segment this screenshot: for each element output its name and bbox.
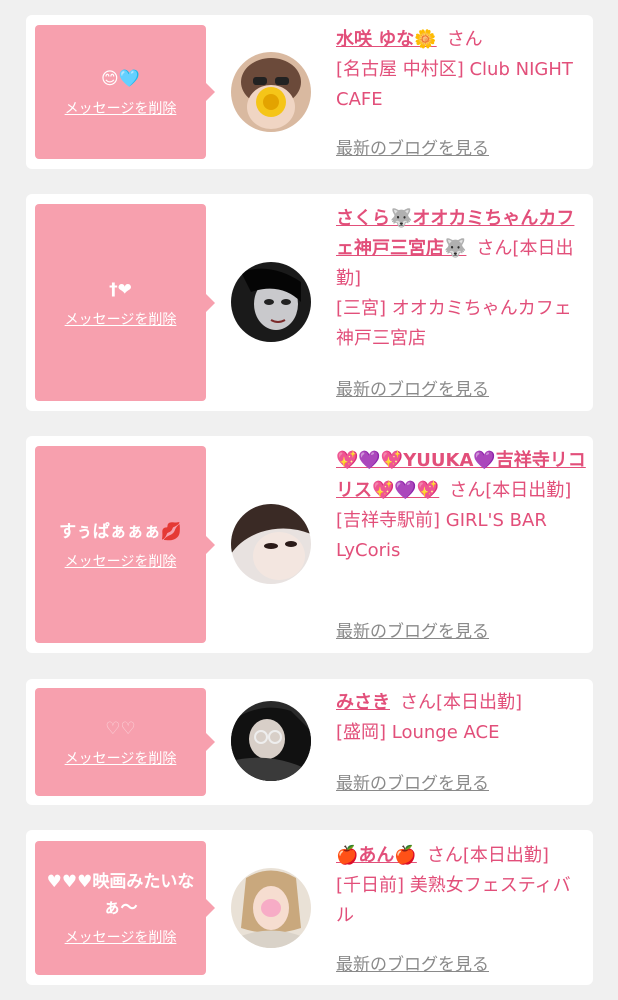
message-bubble: ♥♥♥映画みたいなぁ〜 メッセージを削除 bbox=[35, 841, 215, 975]
message-card: すぅぱぁぁぁ💋 メッセージを削除 💖💜💖YUUKA💜吉祥寺リコリス💖💜💖 さん[本… bbox=[26, 436, 593, 653]
shop-location: [盛岡] Lounge ACE bbox=[336, 722, 500, 743]
message-card: ♥♥♥映画みたいなぁ〜 メッセージを削除 🍎あん🍎 さん[本日出勤] [千日前] … bbox=[26, 830, 593, 985]
message-text: ♡♡ bbox=[105, 719, 136, 739]
message-card: ♡♡ メッセージを削除 みさき さん[本日出勤] [盛岡] Lounge ACE … bbox=[26, 679, 593, 805]
message-bubble: ♡♡ メッセージを削除 bbox=[35, 688, 215, 796]
message-bubble: すぅぱぁぁぁ💋 メッセージを削除 bbox=[35, 446, 215, 643]
message-text: 😊🩵 bbox=[101, 69, 140, 89]
shop-location: [吉祥寺駅前] GIRL'S BAR LyCoris bbox=[336, 510, 547, 561]
status-badge: [本日出勤] bbox=[485, 480, 572, 501]
avatar[interactable] bbox=[231, 868, 311, 948]
message-text: ♥♥♥映画みたいなぁ〜 bbox=[46, 872, 195, 918]
avatar[interactable] bbox=[231, 262, 311, 342]
cast-name-link[interactable]: みさき bbox=[336, 692, 390, 713]
latest-blog-link[interactable]: 最新のブログを見る bbox=[336, 950, 489, 975]
shop-location: [千日前] 美熟女フェスティバル bbox=[336, 875, 571, 926]
delete-message-link[interactable]: メッセージを削除 bbox=[65, 100, 177, 118]
cast-info: 🍎あん🍎 さん[本日出勤] [千日前] 美熟女フェスティバル bbox=[336, 841, 586, 931]
honorific: さん bbox=[400, 692, 436, 713]
status-badge: [本日出勤] bbox=[462, 845, 549, 866]
message-card: †❤ メッセージを削除 さくら🐺オオカミちゃんカフェ神戸三宮店🐺 さん[本日出勤]… bbox=[26, 194, 593, 411]
latest-blog-link[interactable]: 最新のブログを見る bbox=[336, 375, 489, 400]
avatar[interactable] bbox=[231, 701, 311, 781]
cast-info: みさき さん[本日出勤] [盛岡] Lounge ACE bbox=[336, 688, 586, 748]
delete-message-link[interactable]: メッセージを削除 bbox=[65, 553, 177, 571]
honorific: さん bbox=[449, 480, 486, 501]
message-text: すぅぱぁぁぁ💋 bbox=[59, 521, 182, 542]
status-badge: [本日出勤] bbox=[436, 692, 523, 713]
cast-info: さくら🐺オオカミちゃんカフェ神戸三宮店🐺 さん[本日出勤] [三宮] オオカミちゃ… bbox=[336, 204, 586, 354]
honorific: さん bbox=[476, 238, 513, 259]
delete-message-link[interactable]: メッセージを削除 bbox=[65, 929, 177, 947]
message-bubble: 😊🩵 メッセージを削除 bbox=[35, 25, 215, 159]
delete-message-link[interactable]: メッセージを削除 bbox=[65, 750, 177, 768]
avatar[interactable] bbox=[231, 504, 311, 584]
message-text: †❤ bbox=[109, 279, 132, 300]
avatar[interactable] bbox=[231, 52, 311, 132]
shop-location: [三宮] オオカミちゃんカフェ神戸三宮店 bbox=[336, 298, 572, 349]
latest-blog-link[interactable]: 最新のブログを見る bbox=[336, 617, 489, 642]
latest-blog-link[interactable]: 最新のブログを見る bbox=[336, 134, 489, 159]
cast-info: 💖💜💖YUUKA💜吉祥寺リコリス💖💜💖 さん[本日出勤] [吉祥寺駅前] GIRL… bbox=[336, 446, 586, 566]
cast-name-link[interactable]: 水咲 ゆな🌼 bbox=[336, 29, 437, 50]
honorific: さん bbox=[426, 845, 463, 866]
delete-message-link[interactable]: メッセージを削除 bbox=[65, 311, 177, 329]
cast-info: 水咲 ゆな🌼 さん [名古屋 中村区] Club NIGHT CAFE bbox=[336, 25, 586, 115]
shop-location: [名古屋 中村区] Club NIGHT CAFE bbox=[336, 59, 573, 110]
honorific: さん bbox=[446, 29, 483, 50]
latest-blog-link[interactable]: 最新のブログを見る bbox=[336, 769, 489, 794]
message-bubble: †❤ メッセージを削除 bbox=[35, 204, 215, 401]
cast-name-link[interactable]: 🍎あん🍎 bbox=[336, 845, 417, 866]
message-card: 😊🩵 メッセージを削除 水咲 ゆな🌼 さん [名古屋 中村区] Club NIGH… bbox=[26, 15, 593, 169]
